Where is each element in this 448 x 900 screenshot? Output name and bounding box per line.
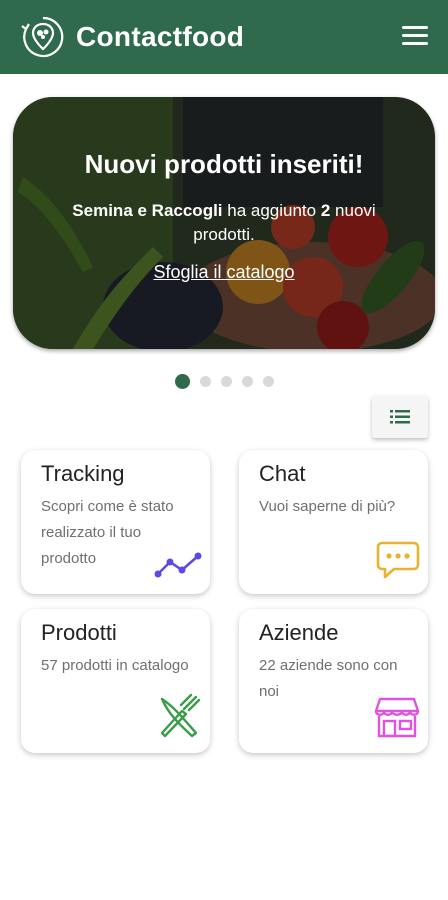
card-title: Tracking [41,461,125,486]
tracking-card[interactable]: Tracking Scopri come è stato realizzato … [21,450,210,594]
card-subtitle: Vuoi saperne di più? [259,498,396,515]
card-title: Aziende [259,620,339,645]
storefront-icon [374,697,420,738]
card-subtitle: 57 prodotti in catalogo [41,657,189,674]
carousel-dot[interactable] [262,376,274,387]
card-title: Prodotti [41,620,117,645]
hamburger-menu-icon[interactable] [402,26,428,48]
promo-banner[interactable]: Nuovi prodotti inseriti! Semina e Raccog… [13,97,435,349]
carousel-dot[interactable] [199,376,211,387]
companies-card[interactable]: Aziende 22 aziende sono con noi [239,609,428,753]
browse-catalog-link[interactable]: Sfoglia il catalogo [153,262,294,283]
trend-line-icon [154,552,202,578]
carousel-dot[interactable] [174,374,190,389]
contactfood-logo-icon [21,16,64,58]
card-title: Chat [259,461,306,486]
banner-count: 2 [320,201,331,220]
list-view-button[interactable] [372,396,428,438]
fork-knife-icon [160,693,201,738]
banner-title: Nuovi prodotti inseriti! [84,149,364,179]
carousel-dot[interactable] [220,376,232,387]
carousel-dot[interactable] [241,376,253,387]
brand-title: Contactfood [76,21,245,52]
list-icon [390,410,410,424]
products-card[interactable]: Prodotti 57 prodotti in catalogo [21,609,210,753]
banner-message: Semina e Raccogli ha aggiunto 2 nuovi pr… [72,201,376,244]
chat-bubble-icon [376,541,420,579]
chat-card[interactable]: Chat Vuoi saperne di più? [239,450,428,594]
top-app-bar: Contactfood [0,0,448,74]
carousel-indicators [0,374,448,389]
banner-company: Semina e Raccogli [72,201,223,220]
